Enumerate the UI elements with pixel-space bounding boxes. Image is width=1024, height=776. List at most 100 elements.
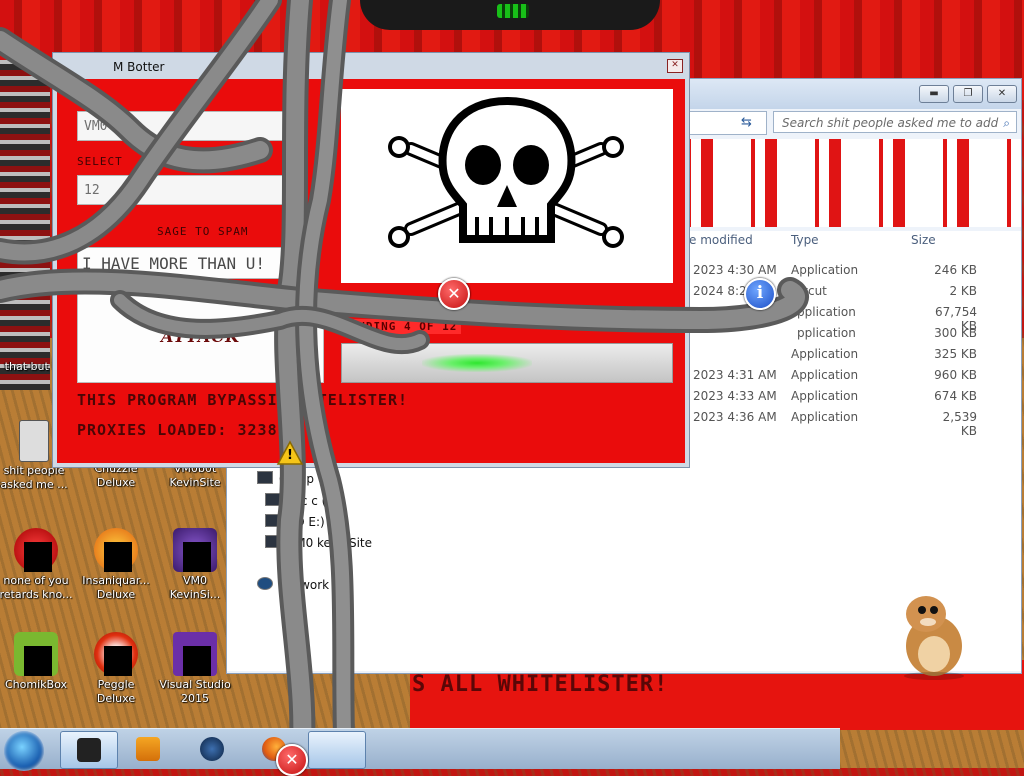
file-row[interactable]: 2023 4:36 AM Application 2,539 KB bbox=[693, 410, 993, 438]
warning-icon[interactable]: ! bbox=[276, 440, 304, 466]
error-icon[interactable]: ✕ bbox=[438, 278, 470, 310]
taskbar-error-icon[interactable]: ✕ bbox=[276, 744, 308, 776]
desktop-icon-peggle[interactable]: Peggle Deluxe bbox=[78, 632, 154, 706]
desktop-icon-label: Insaniquar... Deluxe bbox=[82, 574, 150, 601]
cd-drive-icon bbox=[265, 514, 281, 527]
file-date: 2023 4:30 AM bbox=[693, 263, 777, 277]
file-row[interactable]: 2023 4:50 AM pplication 67,754 KB bbox=[693, 305, 993, 333]
desktop-icon-visual-studio[interactable]: Visual Studio 2015 bbox=[157, 632, 233, 706]
progress-bar bbox=[341, 343, 673, 383]
file-type: ortcut bbox=[791, 284, 827, 298]
file-row[interactable]: 2023 4:31 AM Application 960 KB bbox=[693, 368, 993, 389]
nav-label: Network bbox=[279, 578, 330, 592]
skull-crossbones-icon bbox=[388, 96, 624, 248]
progress-fill bbox=[422, 354, 532, 372]
dialog-body: VM0 SELECT 12 SAGE TO SPAM I HAVE MORE T… bbox=[57, 79, 685, 463]
desktop-icon-label: none of you retards kno... bbox=[0, 574, 73, 601]
visual-studio-icon bbox=[173, 632, 217, 676]
desktop-icon-label: Peggle Deluxe bbox=[96, 678, 136, 705]
file-type: Application bbox=[791, 389, 859, 403]
skull-image bbox=[341, 89, 673, 283]
drive-icon bbox=[265, 493, 281, 506]
column-header-size[interactable]: Size bbox=[911, 233, 936, 247]
desktop-glitch-left bbox=[0, 60, 50, 390]
dialog-close-button[interactable]: ✕ bbox=[667, 59, 683, 73]
media-player-icon bbox=[136, 737, 160, 761]
taskbar-item-globe[interactable] bbox=[184, 731, 240, 767]
file-size: 325 KB bbox=[934, 347, 977, 361]
file-date: 2023 4:31 AM bbox=[693, 368, 777, 382]
column-header-date[interactable]: e modified bbox=[689, 233, 753, 247]
desktop-icon-chomikbox[interactable]: ChomikBox bbox=[0, 632, 74, 692]
desktop-icon-label: shit people asked me ... bbox=[0, 464, 68, 491]
file-row[interactable]: 2024 8:27 ortcut 2 KB bbox=[693, 284, 993, 305]
nav-item-cd-drive[interactable]: CD E:) bbox=[265, 514, 325, 529]
bypass-text: THIS PROGRAM BYPASSI WHITELISTER! bbox=[77, 391, 409, 409]
nav-item-computer[interactable]: Comp bbox=[257, 471, 314, 486]
hamster-icon bbox=[14, 632, 58, 676]
desktop-icon-insaniquarium[interactable]: Insaniquar... Deluxe bbox=[78, 528, 154, 602]
file-type: Application bbox=[791, 410, 859, 424]
file-type: Application bbox=[791, 368, 859, 382]
file-type: pplication bbox=[797, 326, 856, 340]
taskbar-item-botter[interactable] bbox=[60, 731, 118, 769]
vm-icon bbox=[173, 528, 217, 572]
refresh-icon[interactable]: ⇆ bbox=[741, 115, 752, 130]
target-field[interactable]: VM0 bbox=[77, 111, 307, 141]
hamster-icon bbox=[904, 596, 964, 680]
proxies-text: PROXIES LOADED: 3238 bbox=[77, 421, 278, 439]
nav-label: VM0 kevinSite bbox=[287, 536, 372, 550]
taskbar bbox=[0, 728, 840, 771]
column-header-type[interactable]: Type bbox=[791, 233, 819, 247]
network-icon bbox=[257, 577, 273, 590]
file-row[interactable]: Application 325 KB bbox=[693, 347, 993, 368]
desktop-icon-label: that but i bbox=[4, 360, 56, 373]
computer-icon bbox=[257, 471, 273, 484]
desktop-icon-vm0-kevinsite[interactable]: VM0 KevinSi... bbox=[157, 528, 233, 602]
search-placeholder: Search shit people asked me to add bbox=[782, 116, 999, 130]
file-type: Application bbox=[791, 263, 859, 277]
info-icon[interactable]: i bbox=[744, 278, 776, 310]
file-size: 246 KB bbox=[934, 263, 977, 277]
app-icon bbox=[77, 738, 101, 762]
navigation-pane: Comp Loc c (C:) CD E:) VM0 kevinSite Net… bbox=[227, 459, 392, 671]
search-input[interactable]: Search shit people asked me to add ⌕ bbox=[773, 111, 1017, 133]
taskbar-item-media-player[interactable] bbox=[120, 731, 176, 767]
file-size: 300 KB bbox=[934, 326, 977, 340]
nav-item-vm0-kevinsite[interactable]: VM0 kevinSite bbox=[265, 535, 372, 550]
file-type: Application bbox=[791, 347, 859, 361]
desktop-icon-none-of-you[interactable]: none of you retards kno... bbox=[0, 528, 74, 602]
message-field[interactable]: I HAVE MORE THAN U! bbox=[77, 247, 307, 279]
nav-item-local-disk[interactable]: Loc c (C:) bbox=[265, 493, 343, 508]
hamster-mascot[interactable] bbox=[896, 584, 972, 680]
start-button[interactable] bbox=[4, 731, 44, 771]
sending-status: SENDING 4 OF 12 bbox=[339, 319, 462, 334]
nav-label: Loc c (C:) bbox=[287, 494, 344, 508]
file-size: 2,539 KB bbox=[942, 410, 977, 438]
desktop-icon-label: ChomikBox bbox=[5, 678, 67, 691]
background-banner-text: S ALL WHITELISTER! bbox=[412, 672, 669, 697]
select-label: SELECT bbox=[77, 155, 123, 168]
minimize-button[interactable]: ▬ bbox=[919, 85, 949, 103]
taskbar-item-explorer[interactable] bbox=[308, 731, 366, 769]
globe-icon bbox=[200, 737, 224, 761]
file-icon bbox=[19, 420, 49, 462]
nav-label: CD E:) bbox=[287, 515, 325, 529]
file-type: pplication bbox=[797, 305, 856, 319]
red-app-icon bbox=[14, 528, 58, 572]
nav-label: Comp bbox=[279, 472, 315, 486]
dialog-title: M Botter bbox=[113, 60, 165, 74]
file-row[interactable]: pplication 300 KB bbox=[693, 326, 993, 347]
desktop-icon-label: Visual Studio 2015 bbox=[159, 678, 231, 705]
peggle-icon bbox=[94, 632, 138, 676]
maximize-button[interactable]: ❐ bbox=[953, 85, 983, 103]
green-led-indicator bbox=[497, 4, 529, 18]
close-button[interactable]: ✕ bbox=[987, 85, 1017, 103]
attack-button[interactable]: ATTACK bbox=[77, 291, 324, 383]
insaniquarium-icon bbox=[94, 528, 138, 572]
count-field[interactable]: 12 bbox=[77, 175, 307, 205]
nav-item-network[interactable]: Network bbox=[257, 577, 329, 592]
file-row[interactable]: 2023 4:33 AM Application 674 KB bbox=[693, 389, 993, 410]
drive-icon bbox=[265, 535, 281, 548]
file-row[interactable]: 2023 4:30 AM Application 246 KB bbox=[693, 263, 993, 284]
